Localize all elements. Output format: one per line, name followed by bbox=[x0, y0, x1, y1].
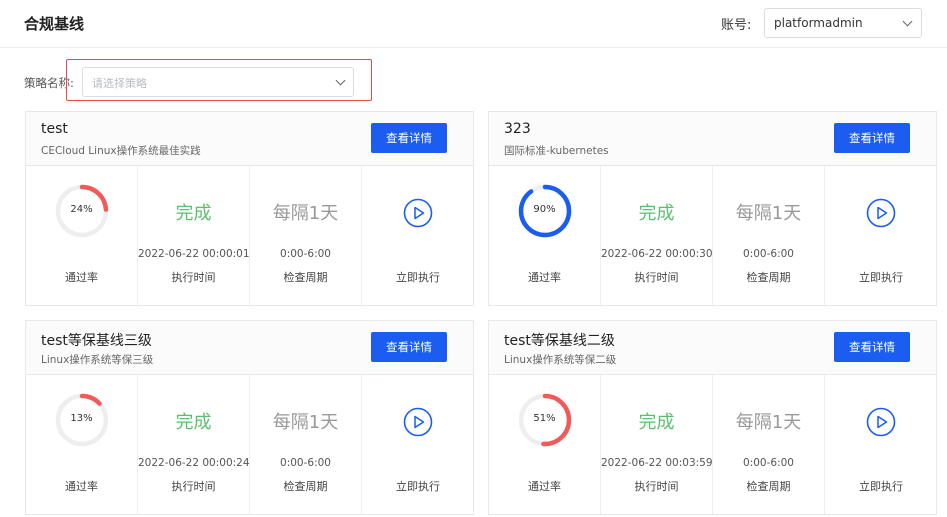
play-icon[interactable] bbox=[866, 198, 896, 228]
view-detail-button[interactable]: 查看详情 bbox=[834, 123, 910, 153]
check-cycle-label: 检查周期 bbox=[283, 271, 328, 284]
pass-rate-value: 51% bbox=[533, 413, 556, 424]
check-cycle-label: 检查周期 bbox=[746, 480, 791, 493]
card-body: 24% 通过率 完成 2022-06-22 00:00:01 执行时间 每隔1天… bbox=[26, 166, 473, 305]
check-cycle-column: 每隔1天 0:00-6:00 检查周期 bbox=[250, 375, 362, 514]
exec-time-label: 执行时间 bbox=[171, 480, 216, 493]
check-cycle-value: 0:00-6:00 bbox=[743, 248, 794, 260]
view-detail-button[interactable]: 查看详情 bbox=[834, 332, 910, 362]
run-now-column: 立即执行 bbox=[362, 375, 473, 514]
run-now-label[interactable]: 立即执行 bbox=[825, 269, 936, 285]
view-detail-button[interactable]: 查看详情 bbox=[371, 123, 447, 153]
account-select-value: platformadmin bbox=[774, 16, 863, 30]
check-cycle-value: 0:00-6:00 bbox=[280, 248, 331, 260]
check-cycle-value: 0:00-6:00 bbox=[280, 457, 331, 469]
run-now-column: 立即执行 bbox=[362, 166, 473, 305]
pass-rate-label: 通过率 bbox=[65, 271, 98, 284]
run-now-column: 立即执行 bbox=[825, 375, 936, 514]
check-cycle-label: 检查周期 bbox=[283, 480, 328, 493]
card-description: Linux操作系统等保二级 bbox=[504, 354, 617, 366]
check-cycle-column: 每隔1天 0:00-6:00 检查周期 bbox=[250, 166, 362, 305]
exec-status: 完成 bbox=[638, 412, 675, 433]
pass-rate-value: 90% bbox=[533, 204, 556, 215]
card-description: Linux操作系统等保三级 bbox=[41, 354, 154, 366]
page-title: 合规基线 bbox=[24, 15, 85, 33]
check-cycle-label: 检查周期 bbox=[746, 271, 791, 284]
view-detail-button[interactable]: 查看详情 bbox=[371, 332, 447, 362]
play-icon[interactable] bbox=[866, 407, 896, 437]
exec-time-value: 2022-06-22 00:00:30 bbox=[601, 248, 713, 260]
policy-select-placeholder: 请选择策略 bbox=[92, 77, 147, 90]
pass-rate-column: 24% 通过率 bbox=[26, 166, 138, 305]
account-label: 账号: bbox=[721, 18, 752, 33]
check-cycle-column: 每隔1天 0:00-6:00 检查周期 bbox=[713, 166, 825, 305]
exec-status-column: 完成 2022-06-22 00:03:59 执行时间 bbox=[601, 375, 713, 514]
page-header: 合规基线 账号: platformadmin bbox=[0, 0, 947, 48]
play-icon[interactable] bbox=[403, 407, 433, 437]
exec-time-label: 执行时间 bbox=[171, 271, 216, 284]
exec-status-column: 完成 2022-06-22 00:00:24 执行时间 bbox=[138, 375, 250, 514]
exec-time-value: 2022-06-22 00:03:59 bbox=[601, 457, 713, 469]
pass-rate-column: 13% 通过率 bbox=[26, 375, 138, 514]
policy-select[interactable]: 请选择策略 bbox=[82, 67, 354, 97]
play-icon[interactable] bbox=[403, 198, 433, 228]
check-frequency: 每隔1天 bbox=[735, 412, 802, 433]
exec-time-value: 2022-06-22 00:00:01 bbox=[138, 248, 250, 260]
pass-rate-label: 通过率 bbox=[528, 271, 561, 284]
chevron-down-icon bbox=[902, 16, 913, 27]
card-header: 323 国际标准-kubernetes 查看详情 bbox=[489, 112, 936, 166]
card-body: 13% 通过率 完成 2022-06-22 00:00:24 执行时间 每隔1天… bbox=[26, 375, 473, 514]
card-name: 323 bbox=[504, 121, 531, 137]
exec-status-column: 完成 2022-06-22 00:00:30 执行时间 bbox=[601, 166, 713, 305]
card-body: 51% 通过率 完成 2022-06-22 00:03:59 执行时间 每隔1天… bbox=[489, 375, 936, 514]
exec-status: 完成 bbox=[175, 203, 212, 224]
pass-rate-value: 13% bbox=[70, 413, 93, 424]
exec-time-label: 执行时间 bbox=[634, 480, 679, 493]
baseline-card: test等保基线三级 Linux操作系统等保三级 查看详情 13% 通过率 完成… bbox=[25, 320, 474, 515]
exec-time-label: 执行时间 bbox=[634, 271, 679, 284]
check-frequency: 每隔1天 bbox=[272, 203, 339, 224]
pass-rate-column: 51% 通过率 bbox=[489, 375, 601, 514]
card-body: 90% 通过率 完成 2022-06-22 00:00:30 执行时间 每隔1天… bbox=[489, 166, 936, 305]
card-description: 国际标准-kubernetes bbox=[504, 145, 609, 157]
check-cycle-value: 0:00-6:00 bbox=[743, 457, 794, 469]
run-now-label[interactable]: 立即执行 bbox=[825, 478, 936, 494]
card-name: test等保基线三级 bbox=[41, 333, 152, 349]
account-select[interactable]: platformadmin bbox=[764, 8, 922, 38]
baseline-card: 323 国际标准-kubernetes 查看详情 90% 通过率 完成 2022… bbox=[488, 111, 937, 306]
card-header: test等保基线三级 Linux操作系统等保三级 查看详情 bbox=[26, 321, 473, 375]
run-now-column: 立即执行 bbox=[825, 166, 936, 305]
chevron-down-icon bbox=[335, 75, 346, 86]
pass-rate-label: 通过率 bbox=[65, 480, 98, 493]
exec-status-column: 完成 2022-06-22 00:00:01 执行时间 bbox=[138, 166, 250, 305]
pass-rate-value: 24% bbox=[70, 204, 93, 215]
exec-status: 完成 bbox=[175, 412, 212, 433]
check-frequency: 每隔1天 bbox=[735, 203, 802, 224]
run-now-label[interactable]: 立即执行 bbox=[362, 478, 473, 494]
card-description: CECloud Linux操作系统最佳实践 bbox=[41, 145, 201, 157]
card-name: test等保基线二级 bbox=[504, 333, 615, 349]
card-header: test CECloud Linux操作系统最佳实践 查看详情 bbox=[26, 112, 473, 166]
run-now-label[interactable]: 立即执行 bbox=[362, 269, 473, 285]
baseline-card: test等保基线二级 Linux操作系统等保二级 查看详情 51% 通过率 完成… bbox=[488, 320, 937, 515]
check-frequency: 每隔1天 bbox=[272, 412, 339, 433]
card-name: test bbox=[41, 121, 68, 137]
exec-status: 完成 bbox=[638, 203, 675, 224]
pass-rate-label: 通过率 bbox=[528, 480, 561, 493]
card-header: test等保基线二级 Linux操作系统等保二级 查看详情 bbox=[489, 321, 936, 375]
exec-time-value: 2022-06-22 00:00:24 bbox=[138, 457, 250, 469]
check-cycle-column: 每隔1天 0:00-6:00 检查周期 bbox=[713, 375, 825, 514]
pass-rate-column: 90% 通过率 bbox=[489, 166, 601, 305]
baseline-card: test CECloud Linux操作系统最佳实践 查看详情 24% 通过率 … bbox=[25, 111, 474, 306]
